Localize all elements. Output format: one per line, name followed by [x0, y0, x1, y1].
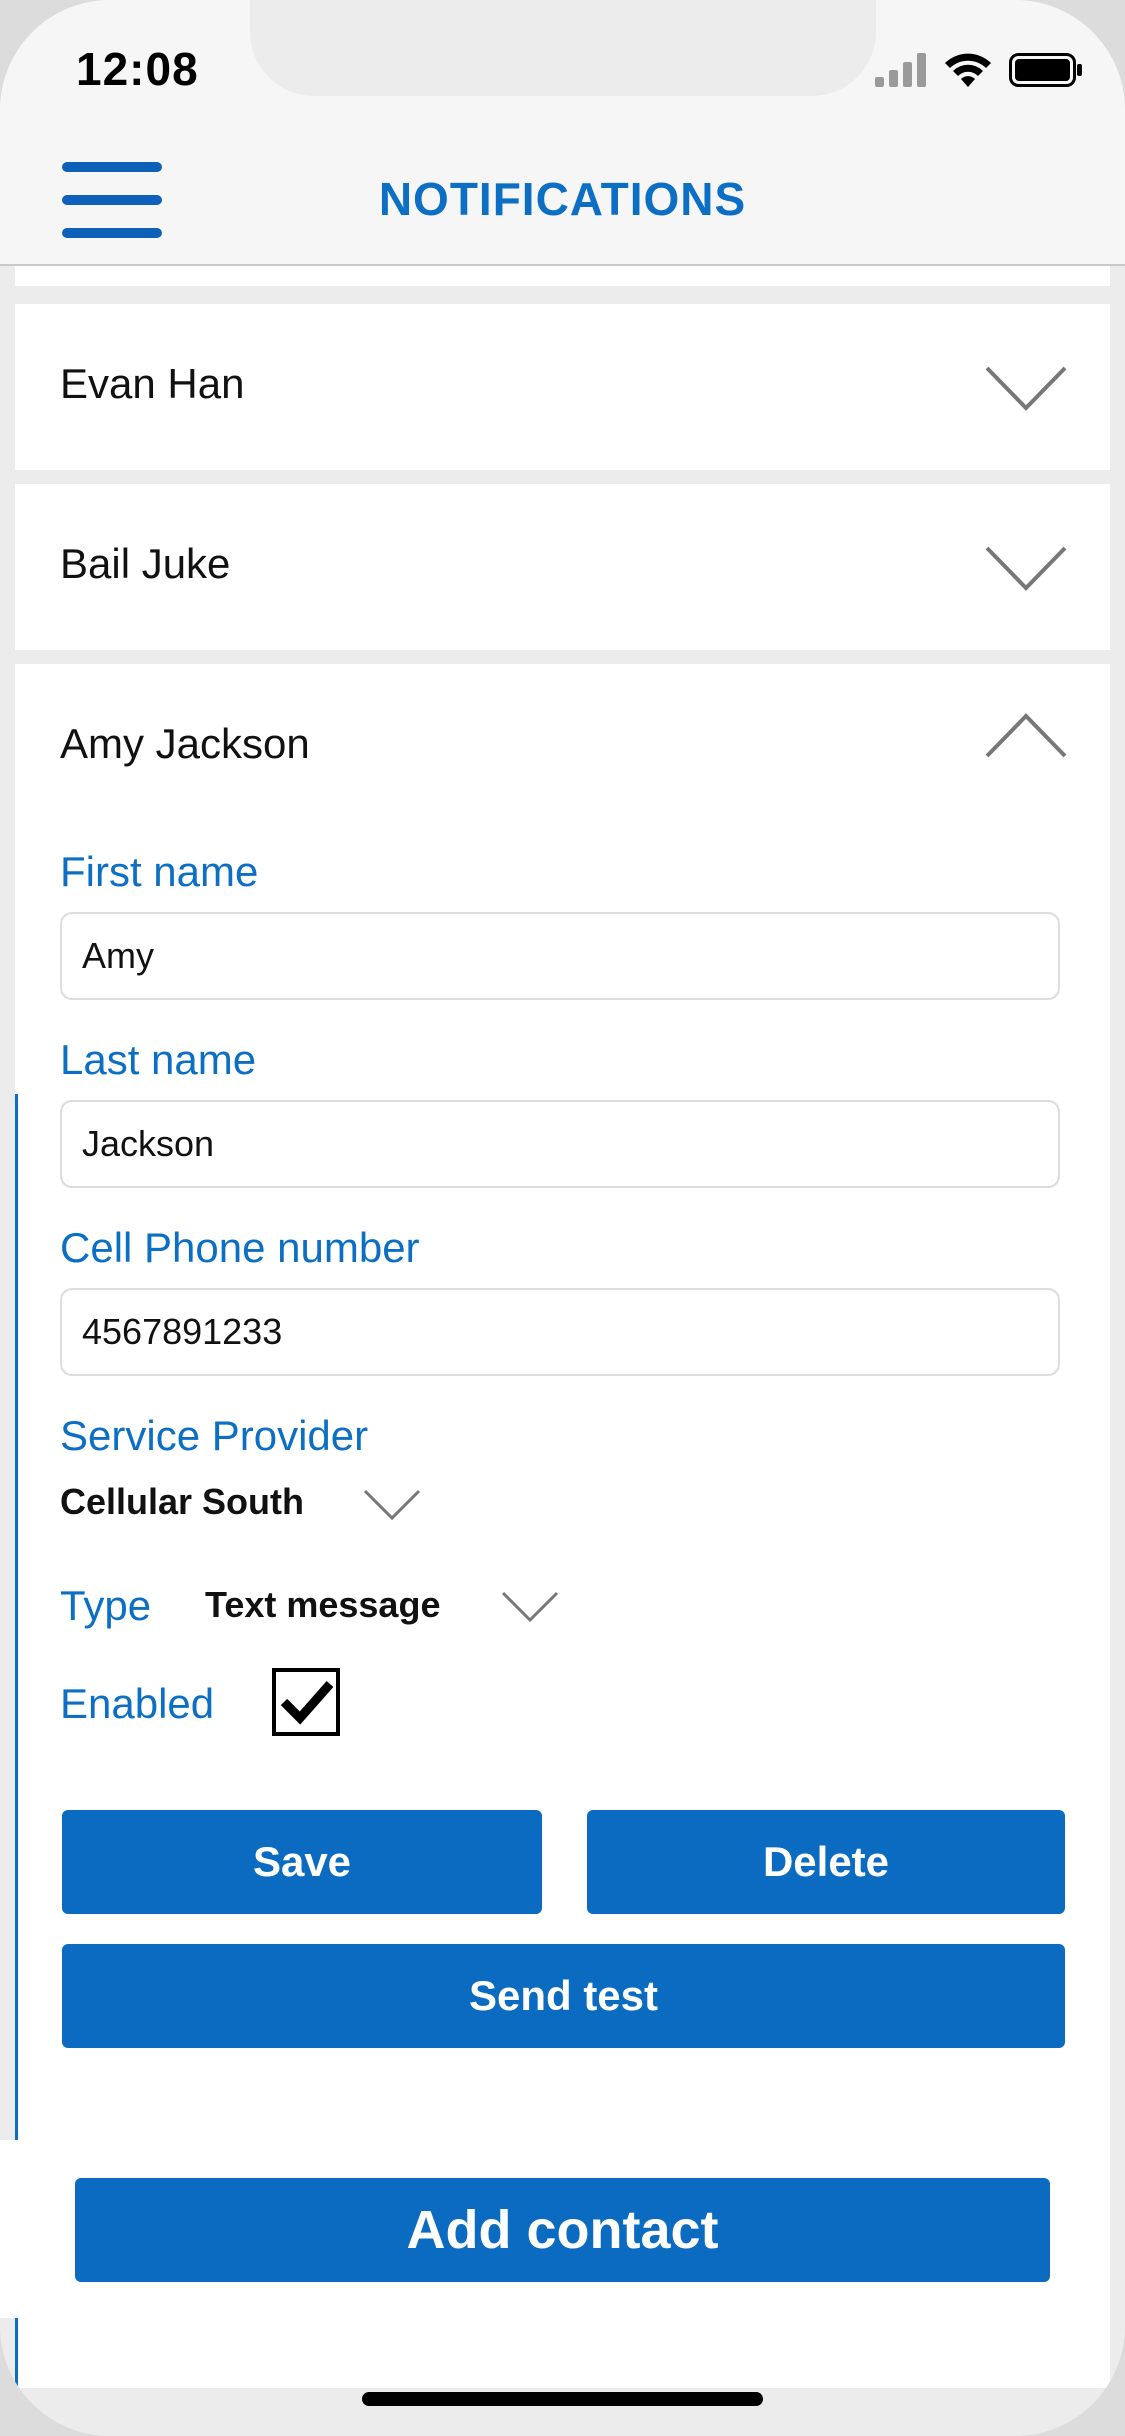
wifi-icon [945, 53, 991, 87]
chevron-down-icon[interactable] [363, 1488, 421, 1522]
checkmark-icon [280, 1681, 334, 1725]
status-time: 12:08 [76, 43, 199, 95]
first-name-input[interactable] [60, 912, 1060, 1000]
cell-phone-label: Cell Phone number [60, 1224, 420, 1271]
cellular-signal-icon [875, 53, 926, 87]
type-select[interactable]: Text message [205, 1584, 440, 1626]
contact-name[interactable]: Amy Jackson [60, 720, 310, 768]
enabled-label: Enabled [60, 1680, 215, 1727]
cell-phone-input[interactable] [60, 1288, 1060, 1376]
chevron-up-icon[interactable] [984, 712, 1068, 760]
contact-card-evan-han[interactable]: Evan Han [15, 304, 1110, 470]
last-name-input[interactable] [60, 1100, 1060, 1188]
delete-button[interactable]: Delete [587, 1810, 1065, 1914]
home-indicator [362, 2392, 763, 2406]
status-icons [875, 48, 1083, 92]
phone-screen: 12:08 NOTIFICATIONS Evan Han Bail Juke A… [0, 0, 1125, 2436]
send-test-button[interactable]: Send test [62, 1944, 1065, 2048]
chevron-down-icon[interactable] [501, 1590, 559, 1624]
service-provider-select[interactable]: Cellular South [60, 1481, 304, 1523]
contact-card-bail-juke[interactable]: Bail Juke [15, 484, 1110, 650]
last-name-label: Last name [60, 1036, 257, 1083]
add-contact-button[interactable]: Add contact [75, 2178, 1050, 2282]
page-title: NOTIFICATIONS [378, 173, 747, 225]
previous-card-edge [15, 266, 1110, 286]
app-header: NOTIFICATIONS [0, 132, 1125, 266]
save-button[interactable]: Save [62, 1810, 542, 1914]
enabled-checkbox[interactable] [272, 1668, 340, 1736]
contact-name: Bail Juke [60, 540, 231, 587]
battery-icon [1009, 53, 1082, 87]
status-bar: 12:08 [0, 0, 1125, 132]
chevron-down-icon[interactable] [984, 364, 1068, 412]
service-provider-label: Service Provider [60, 1412, 369, 1459]
chevron-down-icon[interactable] [984, 544, 1068, 592]
contact-name: Evan Han [60, 360, 245, 407]
type-label: Type [60, 1582, 152, 1629]
first-name-label: First name [60, 848, 259, 895]
device-notch [250, 0, 876, 96]
contacts-list: Evan Han Bail Juke Amy Jackson First nam… [15, 266, 1110, 2388]
